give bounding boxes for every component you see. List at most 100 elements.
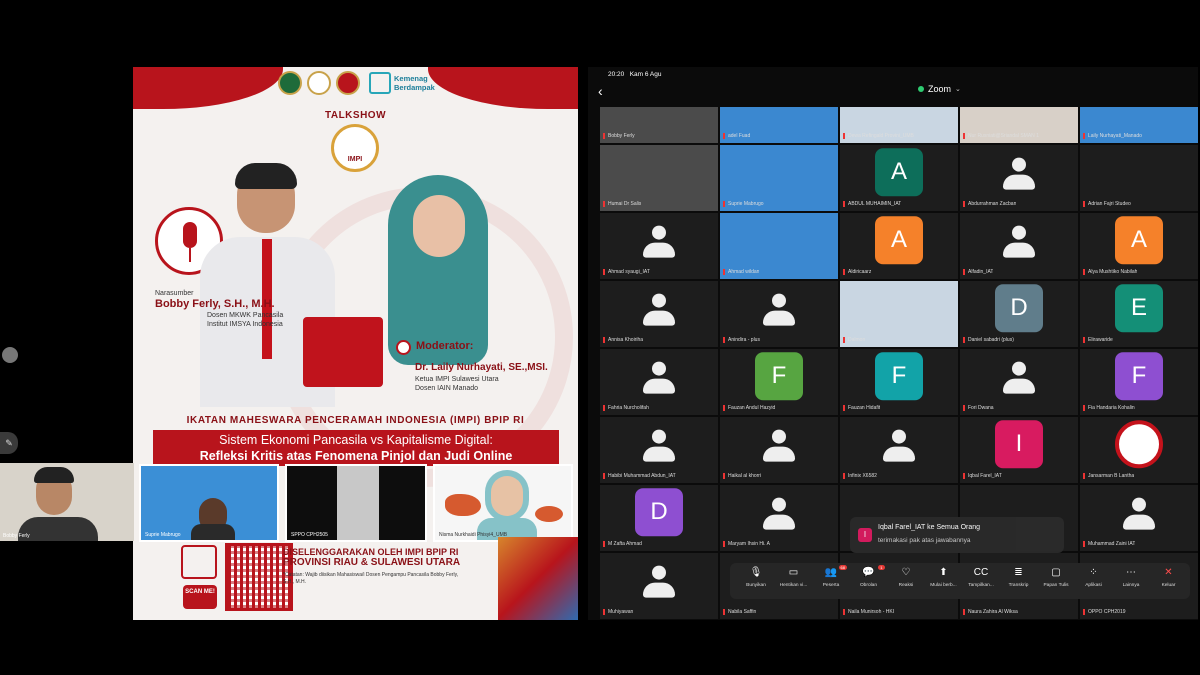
annotate-pen-icon[interactable]: ✎ [0,432,18,454]
muted-mic-icon [603,133,605,139]
participant-name: Nur Rusniati@Sriandal SMAN 1 [968,133,1039,139]
toolbar-label: Bunyikan [746,583,766,588]
participant-name: OPPO CPH2019 [1088,609,1126,615]
participant-tile[interactable]: F Fauzan Hidafit [840,349,958,415]
organizer-line-2: PROVINSI RIAU & SULAWESI UTARA [283,557,461,568]
toolbar-button[interactable]: ♡ Reaksi [888,566,924,596]
participant-name: Alfadin_IAT [968,269,994,275]
participant-tile[interactable]: Muhammad Zaini IAT [1080,485,1198,551]
self-video-view[interactable]: Bobby Ferly [0,463,134,541]
participant-tile[interactable]: D Daniel sabadri (plus) [960,281,1078,347]
organizer-note: *Catatan: Wajib diisikan Mahasiswa/i Dos… [283,572,459,585]
muted-mic-icon [603,609,605,615]
topic-line-1: Sistem Ekonomi Pancasila vs Kapitalisme … [219,433,493,447]
participant-name: Humai Dr Salis [608,201,642,207]
toolbar-icon: ⋯ [1126,567,1136,578]
muted-mic-icon [1083,473,1085,479]
video-thumbnail[interactable]: Suprie Mabrugo [139,464,279,542]
toolbar-button[interactable]: ✕ Keluar [1151,566,1187,596]
participant-tile[interactable]: Ahmad wildan [720,213,838,279]
toolbar-label: Mulai berb... [930,583,957,588]
default-user-icon [643,293,675,328]
participant-tile[interactable]: Ahmad syaugi_IAT [600,213,718,279]
participant-avatar: D [635,488,683,537]
toolbar-button[interactable]: ⁘ Aplikasi [1076,566,1112,596]
participant-name: Abdurrahman Zacban [968,201,1017,207]
participant-name: Anindira - plus [728,337,760,343]
participant-tile[interactable]: RECBobby Ferly [600,107,718,143]
toolbar-button[interactable]: 👥 Peserta 68 [813,565,849,596]
status-date: Kam 6 Agu [629,71,662,78]
participant-tile[interactable]: Suprie Mabrugo [720,145,838,211]
back-chevron-icon[interactable]: ‹ [598,83,603,99]
kemenag-line2: Berdampak [394,83,435,92]
participant-tile[interactable]: A ABDUL MUHAIMIN_IAT [840,145,958,211]
toolbar-label: Tampilkan... [968,583,994,588]
participant-tile[interactable]: A Aldiricaarz [840,213,958,279]
muted-mic-icon [1083,405,1085,411]
participant-tile[interactable]: Humai Dr Salis [600,145,718,211]
muted-mic-icon [723,473,725,479]
toolbar-button[interactable]: 🎙 Bunyikan [738,566,774,596]
participant-tile[interactable]: I Iqbal Farel_IAT [960,417,1078,483]
participant-avatar: I [995,420,1043,469]
video-thumbnail[interactable]: SPPO CPH2505 [285,464,427,542]
moderator-mic-icon [396,340,411,355]
participant-name: Naura Zahira Al Wiksa [968,609,1018,615]
scan-me-label: SCAN ME! [183,585,217,609]
impi-logo: IMPI [331,124,379,172]
screen: ✎ Kemenag Berdampak TALKSHOW IMPI Narasu… [0,0,1200,675]
toolbar-label: Papan Tulis [1043,583,1069,588]
participant-tile[interactable]: Infinix X6582 [840,417,958,483]
participant-avatar: D [995,284,1043,333]
muted-mic-icon [963,201,965,207]
participant-tile[interactable]: A Alya Mushtiko Nabilah [1080,213,1198,279]
chat-avatar: I [858,528,872,542]
toolbar-button[interactable]: ▢ Papan Tulis [1038,566,1074,596]
participant-tile[interactable]: Fori Dwana [960,349,1078,415]
participant-tile[interactable]: Dalmon [840,281,958,347]
participant-tile[interactable]: F Fauzan Andul Hazyid [720,349,838,415]
participant-tile[interactable]: E Elirawaride [1080,281,1198,347]
toolbar-button[interactable]: ⬆ Mulai berb... [926,566,962,596]
muted-mic-icon [723,541,725,547]
participant-tile[interactable]: Jansarman B Lantha [1080,417,1198,483]
participant-tile[interactable]: Anindira - plus [720,281,838,347]
muted-mic-icon [603,337,605,343]
participant-tile[interactable]: Abdurrahman Zacban [960,145,1078,211]
participant-tile[interactable]: Annisa Khoiriha [600,281,718,347]
default-user-icon [643,565,675,600]
participant-tile[interactable]: Alfadin_IAT [960,213,1078,279]
participant-name: Muhiyawan [608,609,634,615]
participant-avatar: F [755,352,803,401]
toolbar-icon: 🎙 [749,567,763,578]
institution-logo-icon [278,71,302,95]
muted-mic-icon [603,473,605,479]
chat-notification[interactable]: I Iqbal Farel_IAT ke Semua Orang terimak… [850,517,1064,553]
participant-tile[interactable]: Fahria Nurcholifah [600,349,718,415]
toolbar-button[interactable]: ⋯ Lainnya [1113,566,1149,596]
toolbar-label: Transkrip [1008,583,1029,588]
participant-tile[interactable]: Haikal al khorri [720,417,838,483]
participant-tile[interactable]: Muhiyawan [600,553,718,619]
participant-tile[interactable]: F Fia Handaria Kohalin [1080,349,1198,415]
meeting-title[interactable]: Zoom ⌄ [918,84,961,94]
toolbar-button[interactable]: 💬 Obrolan 1 [851,565,887,596]
toolbar-button[interactable]: ≣ Transkrip [1001,566,1037,596]
participant-tile[interactable]: Adrian Fajri Studeo [1080,145,1198,211]
video-thumbnail[interactable]: Nisma Nurkhaidi Phisyi4_UMB [433,464,573,542]
participant-tile[interactable]: Nur Rusniati@Sriandal SMAN 1 [960,107,1078,143]
toolbar-button[interactable]: ▭ Hentikan vi... [776,566,812,596]
participant-tile[interactable]: adel Fuad [720,107,838,143]
toolbar-icon: ✕ [1164,567,1173,578]
garuda-emblem-icon [1115,420,1163,469]
participant-tile[interactable]: Laily Nurhayati_Manado [1080,107,1198,143]
toolbar-icon: ⬆ [939,567,948,578]
toolbar-icon: ≣ [1014,567,1023,578]
toolbar-button[interactable]: CC Tampilkan... [963,566,999,596]
participant-tile[interactable]: Maryam Ihsin Hi. A [720,485,838,551]
participant-tile[interactable]: Habibi Muhammad Abdun_IAT [600,417,718,483]
floating-control-icon[interactable] [2,347,18,363]
participant-tile[interactable]: D M Zafta Ahmad [600,485,718,551]
participant-tile[interactable]: Dewa Refingald Provini_UMB [840,107,958,143]
